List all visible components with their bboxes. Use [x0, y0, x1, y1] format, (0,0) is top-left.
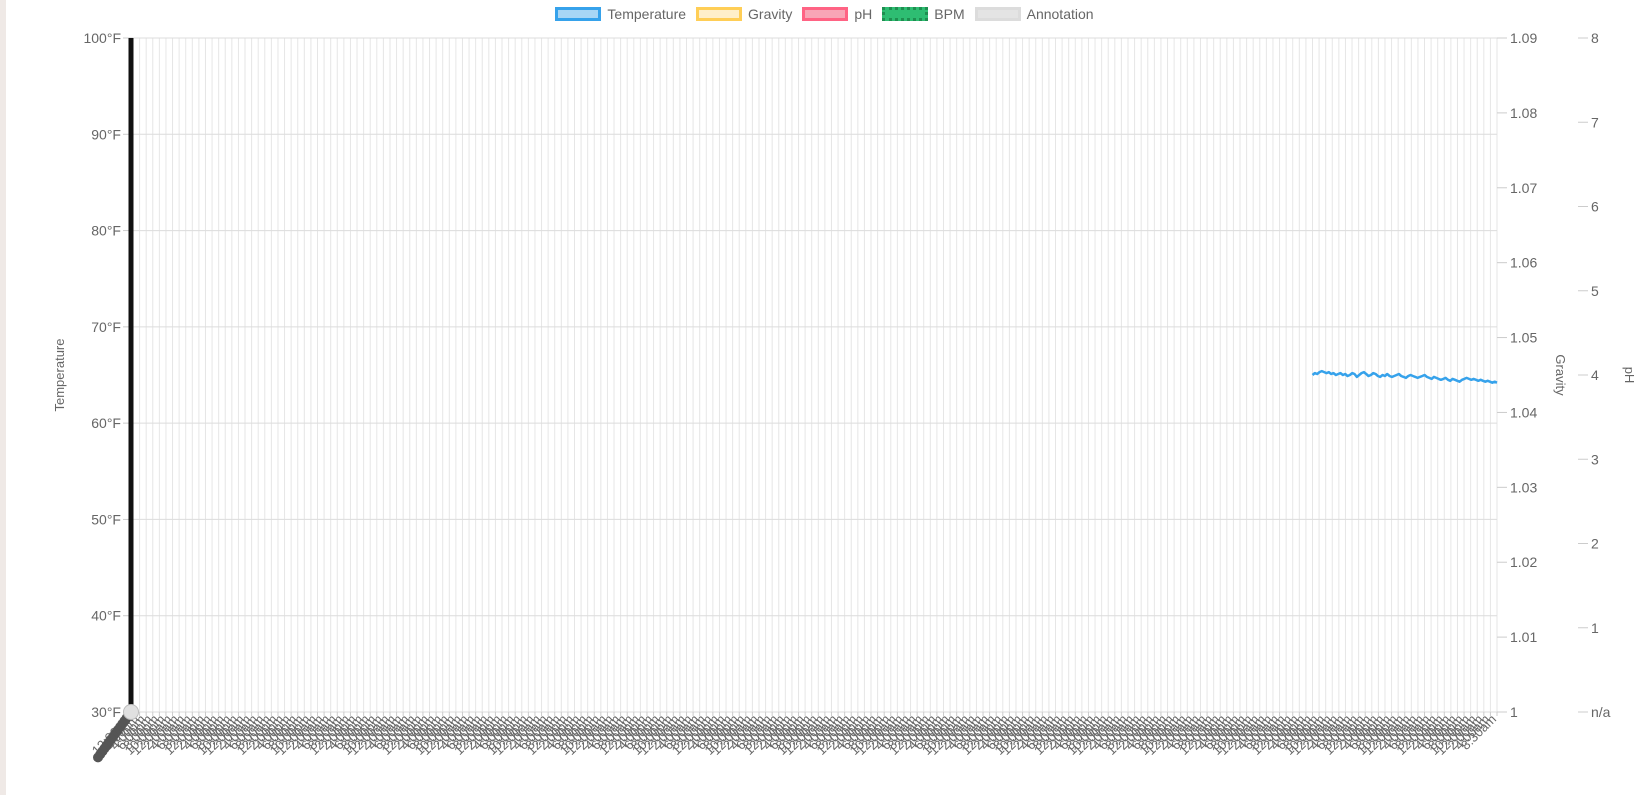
y-tick-label-gravity: 1.03 [1510, 479, 1537, 495]
y-tick-label-gravity: 1.09 [1510, 30, 1537, 46]
y-tick-label-temperature: 60°F [91, 415, 121, 431]
chart-container: Temperature Gravity pH BPM Annotation 100°F 9… [0, 0, 1649, 795]
y-tick-label-ph: 4 [1591, 367, 1599, 383]
y-tick-label-ph: 3 [1591, 451, 1599, 467]
y-tick-label-gravity: 1.05 [1510, 330, 1537, 346]
y-tick-label-ph: n/a [1591, 704, 1611, 720]
y-tick-label-ph: 6 [1591, 199, 1599, 215]
axis-title-gravity: Gravity [1553, 354, 1568, 396]
y-tick-label-temperature: 80°F [91, 223, 121, 239]
annotation-point[interactable] [123, 704, 139, 720]
y-tick-label-gravity: 1.06 [1510, 255, 1537, 271]
y-tick-label-gravity: 1.01 [1510, 629, 1537, 645]
y-tick-label-ph: 5 [1591, 283, 1599, 299]
y-tick-label-gravity: 1.04 [1510, 404, 1537, 420]
y-tick-label-gravity: 1.02 [1510, 554, 1537, 570]
chart-svg: 100°F 90°F 80°F 70°F 60°F 50°F 40°F 30°F Tempera… [52, 30, 1637, 763]
y-tick-label-ph: 2 [1591, 536, 1599, 552]
y-tick-label-gravity: 1.08 [1510, 105, 1537, 121]
y-tick-label-temperature: 100°F [83, 30, 121, 46]
axis-title-ph: pH [1622, 367, 1637, 384]
y-tick-label-temperature: 40°F [91, 608, 121, 624]
y-tick-label-ph: 8 [1591, 30, 1599, 46]
y-tick-label-temperature: 50°F [91, 511, 121, 527]
y-tick-label-temperature: 70°F [91, 319, 121, 335]
y-tick-label-ph: 1 [1591, 620, 1599, 636]
y-tick-label-gravity: 1 [1510, 704, 1518, 720]
y-tick-label-gravity: 1.07 [1510, 180, 1537, 196]
y-tick-label-temperature: 90°F [91, 126, 121, 142]
axis-title-temperature: Temperature [52, 339, 67, 412]
y-tick-label-temperature: 30°F [91, 704, 121, 720]
data-point[interactable] [93, 752, 103, 763]
y-tick-label-ph: 7 [1591, 114, 1599, 130]
